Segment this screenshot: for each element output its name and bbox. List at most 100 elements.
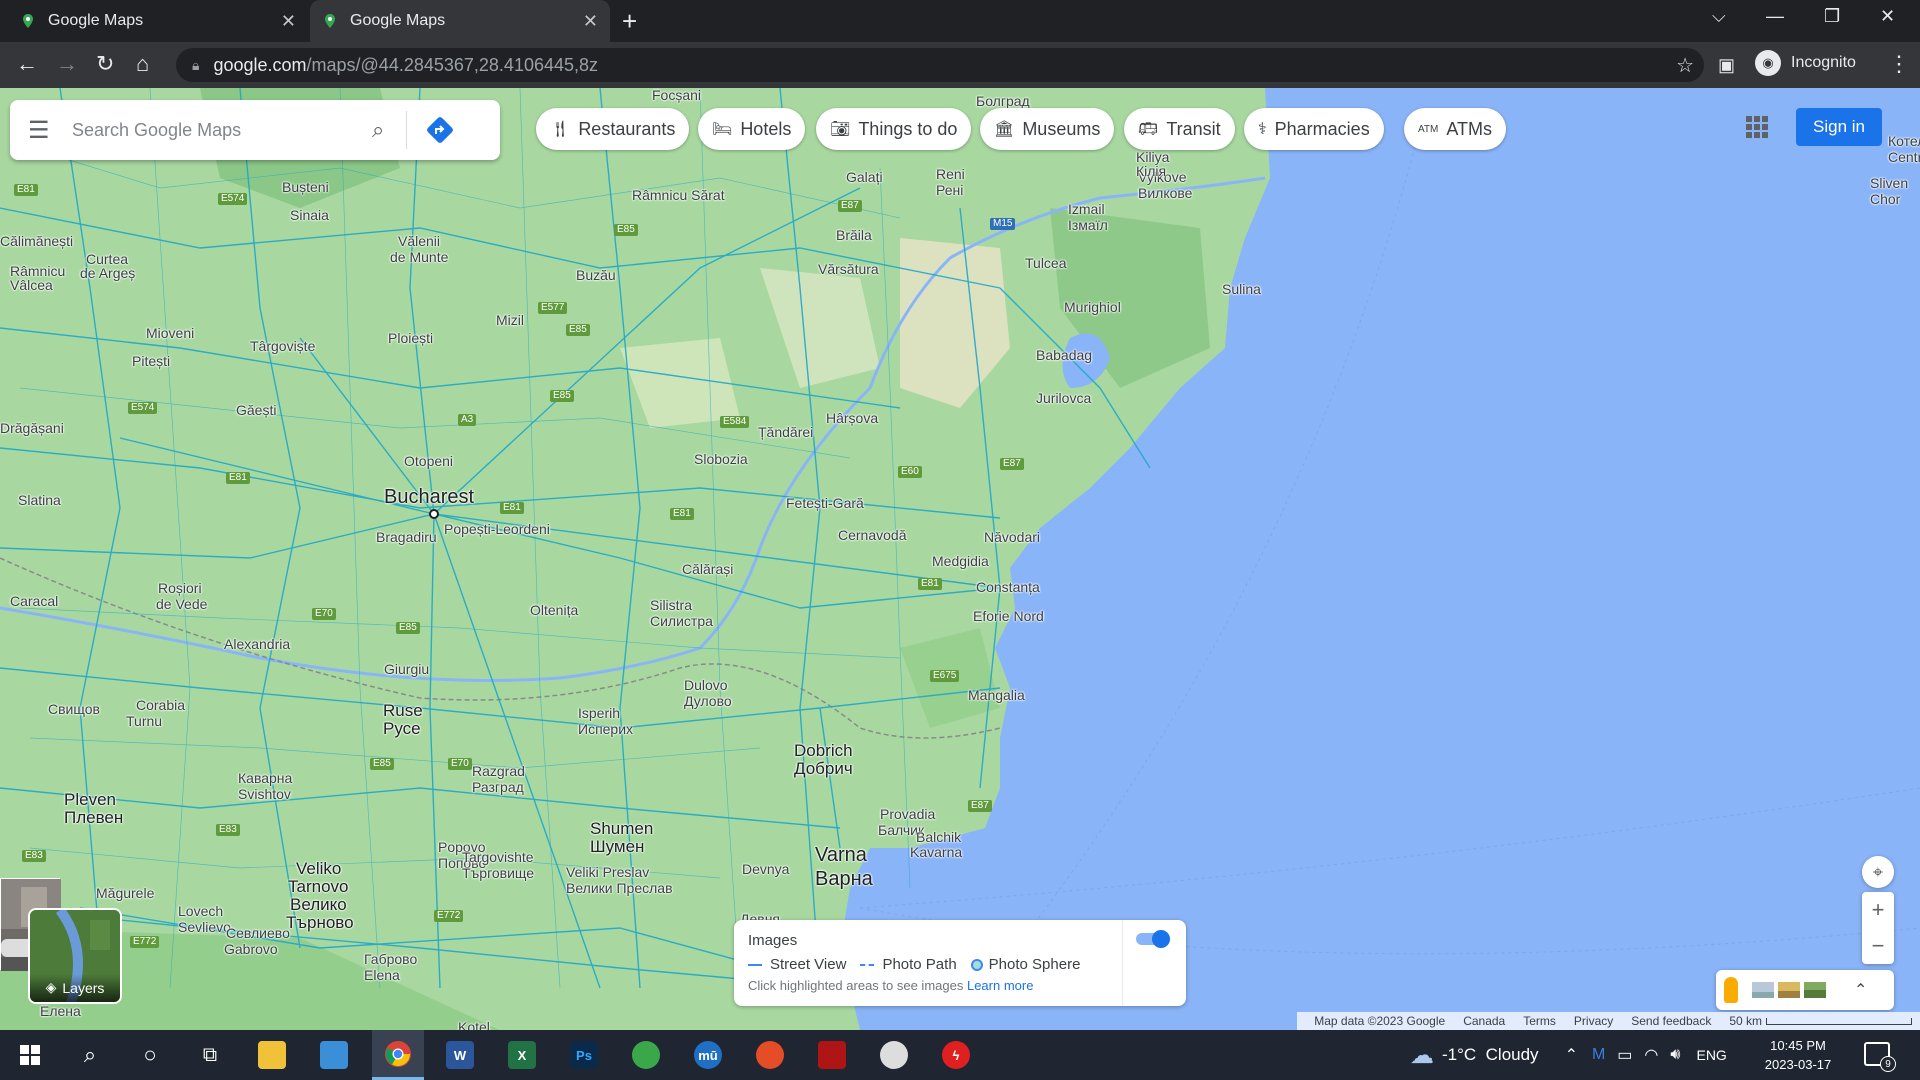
map-place-label[interactable]: Buzău (576, 267, 616, 283)
map-place-label[interactable]: Търговище (462, 865, 534, 881)
bookmark-star-icon[interactable]: ☆ (1676, 53, 1694, 78)
app-taskbar-icon-disc[interactable] (868, 1030, 920, 1080)
map-place-label[interactable]: Bușteni (282, 179, 329, 195)
weather-text[interactable]: -1°C Cloudy (1442, 1045, 1539, 1065)
lock-icon[interactable]: 🔒︎ (192, 57, 199, 74)
chrome-taskbar-icon[interactable] (372, 1030, 424, 1080)
chip-things-to-do[interactable]: 📷︎ Things to do (816, 108, 972, 150)
map-place-label[interactable]: Murighiol (1064, 299, 1121, 315)
layers-button[interactable]: ◈ Layers (28, 908, 122, 1004)
app-taskbar-icon-flash[interactable]: ϟ (930, 1030, 982, 1080)
map-place-label[interactable]: Alexandria (224, 636, 290, 652)
chip-museums[interactable]: 🏛︎ Museums (980, 108, 1115, 150)
map-place-label[interactable]: Central Balkan (1888, 149, 1920, 165)
map-place-label[interactable]: Sliven (1870, 175, 1908, 191)
sign-in-button[interactable]: Sign in (1796, 108, 1882, 146)
map-place-label[interactable]: Izmail (1068, 201, 1105, 217)
terms-link[interactable]: Terms (1523, 1014, 1556, 1028)
map-place-label[interactable]: Добрич (794, 759, 853, 779)
map-place-label[interactable]: Kavarna (910, 844, 962, 860)
task-view-icon[interactable]: ⧉ (184, 1030, 236, 1080)
tab-close-icon[interactable]: ✕ (583, 11, 598, 32)
map-place-label[interactable]: Țăndărei (758, 424, 813, 440)
volume-icon[interactable]: 🔊︎ (1670, 1046, 1680, 1064)
map-place-label[interactable]: Велики Преслав (566, 880, 673, 896)
map-place-label[interactable]: Gabrovo (224, 941, 278, 957)
search-input[interactable] (72, 119, 362, 141)
map-canvas[interactable]: Bucharest Varna Варна Ruse Русе Pleven Плевен S… (0, 88, 1920, 1030)
map-place-label[interactable]: Târgoviște (250, 338, 315, 354)
scale-label[interactable]: 50 km (1729, 1014, 1762, 1028)
close-window-button[interactable]: ✕ (1880, 6, 1895, 27)
map-place-label[interactable]: de Munte (390, 249, 448, 265)
directions-icon[interactable] (425, 115, 455, 145)
images-toggle[interactable] (1136, 930, 1170, 948)
map-place-label[interactable]: Исперих (578, 721, 633, 737)
map-place-label[interactable]: Kotel (458, 1019, 490, 1030)
map-place-label[interactable]: de Vede (156, 596, 207, 612)
map-place-label[interactable]: Елена (40, 1003, 81, 1019)
photo-thumb-3[interactable] (1804, 982, 1826, 998)
map-place-label[interactable]: Năvodari (984, 529, 1040, 545)
map-place-label[interactable]: Котел (1888, 133, 1920, 149)
battery-icon[interactable]: ▭ (1617, 1045, 1632, 1065)
browser-tab[interactable]: Google Maps ✕ (8, 0, 308, 42)
map-place-label[interactable]: Шумен (590, 837, 644, 857)
search-taskbar-icon[interactable]: ⌕ (64, 1030, 116, 1080)
map-place-label[interactable]: Севлиево (226, 925, 290, 941)
search-icon[interactable]: ⌕ (372, 117, 384, 143)
cloud-icon[interactable]: ☁︎ (1410, 1041, 1434, 1070)
map-place-label[interactable]: Свищов (48, 701, 100, 717)
malwarebytes-icon[interactable]: M (1592, 1046, 1605, 1064)
start-button[interactable] (4, 1030, 56, 1080)
map-place-label[interactable]: Silistra (650, 597, 692, 613)
browser-tab-active[interactable]: Google Maps ✕ (310, 0, 610, 42)
map-place-label[interactable]: Русе (383, 719, 421, 739)
chip-restaurants[interactable]: 🍴︎ Restaurants (536, 108, 690, 150)
map-place-label[interactable]: Pleven (64, 790, 116, 810)
map-place-label[interactable]: Cernavodă (838, 527, 907, 543)
app-taskbar-icon-arc[interactable] (744, 1030, 796, 1080)
map-place-label[interactable]: Eforie Nord (973, 608, 1044, 624)
file-explorer-icon[interactable] (246, 1030, 298, 1080)
map-place-label[interactable]: Sinaia (290, 207, 329, 223)
map-place-label[interactable]: Slobozia (694, 451, 748, 467)
map-place-label[interactable]: Isperih (578, 705, 620, 721)
map-place-label[interactable]: Slatina (18, 492, 61, 508)
map-place-label[interactable]: Veliko (296, 859, 341, 879)
map-place-label[interactable]: Giurgiu (384, 661, 429, 677)
photo-thumb-2[interactable] (1778, 982, 1800, 998)
tab-close-icon[interactable]: ✕ (281, 11, 296, 32)
side-panel-icon[interactable]: ▣ (1718, 53, 1735, 77)
map-place-label[interactable]: Găești (236, 402, 276, 418)
map-place-label[interactable]: Brăila (836, 227, 872, 243)
learn-more-link[interactable]: Learn more (967, 978, 1033, 993)
map-place-label[interactable]: Ruse (383, 701, 423, 721)
map-place-label[interactable]: Drăgășani (0, 420, 64, 436)
map-place-label[interactable]: Devnya (742, 861, 789, 877)
expand-chevron-icon[interactable]: ⌃ (1854, 980, 1867, 1000)
map-place-label[interactable]: Vâlcea (10, 277, 53, 293)
map-place-label[interactable]: Sulina (1222, 281, 1261, 297)
map-place-label[interactable]: Popești-Leordeni (444, 521, 550, 537)
new-tab-button[interactable]: + (622, 8, 637, 34)
scale-bar[interactable] (1766, 1017, 1912, 1025)
map-place-label[interactable]: Otopeni (404, 453, 453, 469)
map-place-label[interactable]: Рені (936, 182, 963, 198)
map-place-label[interactable]: Focșani (652, 88, 701, 103)
map-place-label[interactable]: Разград (472, 779, 524, 795)
google-apps-icon[interactable] (1746, 116, 1768, 138)
photo-thumb-1[interactable] (1752, 982, 1774, 998)
home-icon[interactable]: ⌂ (136, 52, 149, 76)
map-place-label[interactable]: Chor (1870, 191, 1900, 207)
excel-taskbar-icon[interactable]: X (496, 1030, 548, 1080)
hamburger-menu-icon[interactable]: ☰ (28, 116, 72, 145)
map-place-label[interactable]: Călărași (682, 561, 733, 577)
minimize-button[interactable]: — (1766, 6, 1784, 27)
map-place-label[interactable]: Mioveni (146, 325, 194, 341)
chip-transit[interactable]: 🚌︎ Transit (1124, 108, 1235, 150)
map-place-label[interactable]: Varna (815, 844, 867, 866)
map-place-label[interactable]: Oltenița (530, 602, 578, 618)
map-place-label[interactable]: Плевен (64, 808, 123, 828)
map-place-label[interactable]: Călimănești (0, 233, 73, 249)
